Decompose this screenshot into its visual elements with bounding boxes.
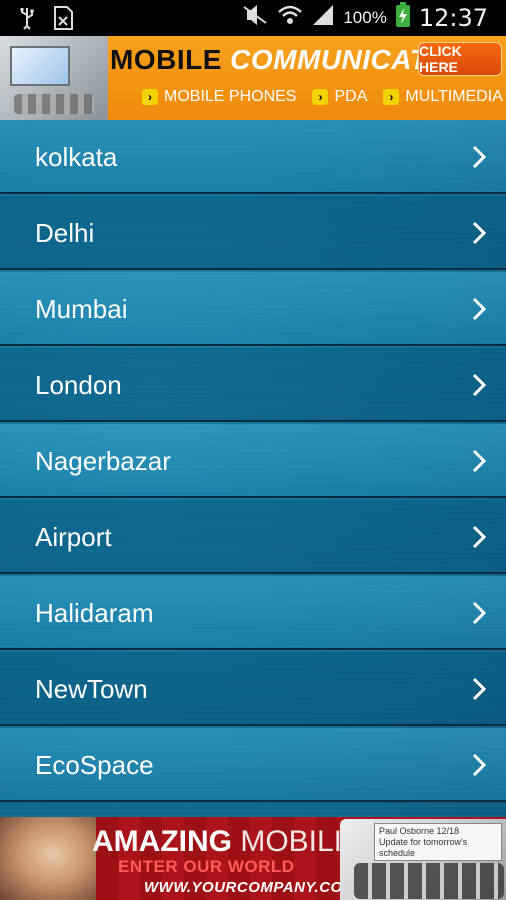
list-item-label: Airport (35, 522, 112, 552)
top-ad-banner[interactable]: MOBILE COMMUNICATIONS CLICK HERE › MOBIL… (0, 36, 506, 120)
chevron-right-icon (472, 297, 487, 321)
ad-links: › MOBILE PHONES › PDA › MULTIMEDIA (142, 88, 503, 106)
chevron-right-icon (472, 373, 487, 397)
chevron-right-icon (472, 145, 487, 169)
list-item[interactable]: London (0, 348, 506, 422)
list-item-label: EcoSpace (35, 750, 154, 780)
clock: 12:37 (418, 3, 488, 32)
list-item[interactable]: kolkata (0, 120, 506, 194)
chevron-right-icon (472, 221, 487, 245)
list-item-label: Halidaram (35, 598, 154, 628)
bottom-ad-banner[interactable]: AMAZING MOBILITY ENTER OUR WORLD WWW.YOU… (0, 817, 506, 900)
wifi-icon (277, 3, 303, 32)
list-item-label: NewTown (35, 674, 148, 704)
list-item[interactable]: Airport (0, 500, 506, 574)
list-item[interactable]: Delhi (0, 196, 506, 270)
ad-person-image (0, 817, 96, 900)
list-item-label: kolkata (35, 142, 118, 172)
ad-phone-screen: Paul Osborne 12/18 Update for tomorrow's… (374, 823, 502, 861)
battery-charging-icon (395, 2, 411, 33)
chevron-right-icon (472, 525, 487, 549)
chevron-right-icon: › (312, 89, 329, 105)
list-item[interactable]: Halidaram (0, 576, 506, 650)
ad-tagline: ENTER OUR WORLD (118, 857, 295, 876)
list-item-label: Nagerbazar (35, 446, 171, 476)
list-item-label: Mumbai (35, 294, 128, 324)
mute-icon (241, 2, 269, 33)
chevron-right-icon (472, 449, 487, 473)
pda-image (0, 36, 108, 120)
battery-percent: 100% (343, 7, 387, 27)
chevron-right-icon (472, 601, 487, 625)
ad-phone-image: Paul Osborne 12/18 Update for tomorrow's… (340, 819, 506, 900)
ad-headline: AMAZING MOBILITY (92, 825, 381, 858)
ad-phone-keyboard (354, 863, 504, 899)
ad-link-mobile-phones[interactable]: › MOBILE PHONES (142, 88, 296, 106)
chevron-right-icon: › (142, 89, 158, 105)
chevron-right-icon: › (383, 89, 400, 105)
signal-icon (311, 3, 335, 32)
list-item[interactable]: NewTown (0, 652, 506, 726)
city-list: kolkata Delhi Mumbai London Nagerbazar A… (0, 120, 506, 817)
list-item-label: Delhi (35, 218, 95, 248)
list-item-label: London (35, 370, 122, 400)
click-here-button[interactable]: CLICK HERE (418, 42, 502, 76)
usb-icon (18, 6, 36, 35)
sim-card-icon (52, 5, 74, 36)
status-right-icons: 100% 12:37 (241, 2, 488, 33)
list-item[interactable]: EcoSpace (0, 728, 506, 802)
ad-link-pda[interactable]: › PDA (312, 88, 367, 106)
list-item[interactable]: Nagerbazar (0, 424, 506, 498)
chevron-right-icon (472, 677, 487, 701)
ad-link-multimedia[interactable]: › MULTIMEDIA (383, 88, 503, 106)
chevron-right-icon (472, 753, 487, 777)
list-item[interactable]: Mumbai (0, 272, 506, 346)
ad-url[interactable]: WWW.YOURCOMPANY.COM (144, 879, 356, 896)
status-left-icons (18, 5, 74, 36)
status-bar: 100% 12:37 (0, 0, 506, 36)
